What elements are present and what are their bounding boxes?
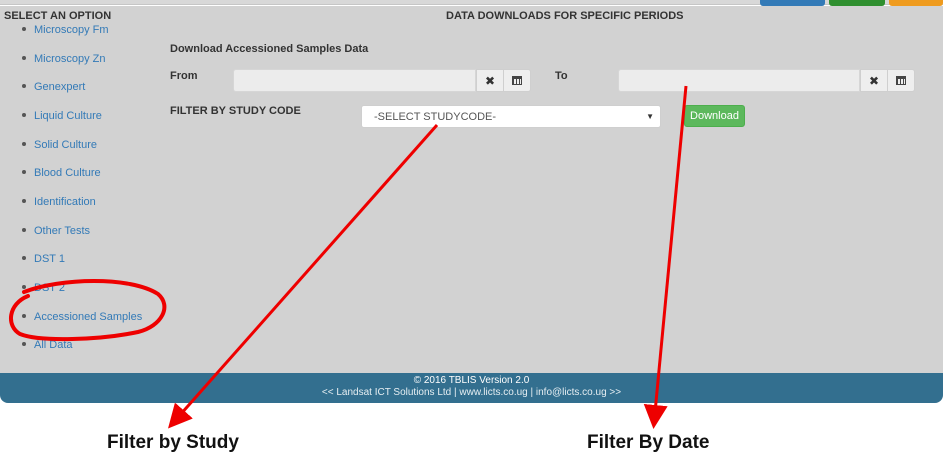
footer: © 2016 TBLIS Version 2.0 << Landsat ICT … bbox=[0, 373, 943, 403]
caret-down-icon: ▼ bbox=[646, 112, 654, 121]
bullet-icon bbox=[22, 56, 26, 61]
sidebar-item-dst-2[interactable]: DST 2 bbox=[22, 282, 65, 298]
sidebar-item-identification[interactable]: Identification bbox=[22, 196, 96, 212]
sidebar-item-liquid-culture[interactable]: Liquid Culture bbox=[22, 110, 102, 126]
study-code-label: FILTER BY STUDY CODE bbox=[170, 105, 301, 117]
sidebar-item-label: Liquid Culture bbox=[34, 110, 102, 122]
sidebar-item-microscopy-zn[interactable]: Microscopy Zn bbox=[22, 53, 106, 69]
to-label: To bbox=[555, 70, 568, 82]
main-panel: SELECT AN OPTION Microscopy Fm Microscop… bbox=[0, 6, 943, 373]
sidebar-item-label: Genexpert bbox=[34, 81, 86, 93]
from-calendar-icon[interactable] bbox=[503, 69, 531, 92]
sidebar-item-label: Blood Culture bbox=[34, 167, 101, 179]
to-calendar-icon[interactable] bbox=[887, 69, 915, 92]
sidebar-item-label: Identification bbox=[34, 196, 96, 208]
to-date-input[interactable] bbox=[618, 69, 860, 92]
sidebar-item-label: Microscopy Fm bbox=[34, 24, 109, 36]
bullet-icon bbox=[22, 170, 26, 175]
sidebar-item-label: Solid Culture bbox=[34, 139, 97, 151]
sidebar-item-dst-1[interactable]: DST 1 bbox=[22, 253, 65, 269]
to-clear-icon[interactable]: ✖ bbox=[860, 69, 888, 92]
sidebar-item-accessioned-samples[interactable]: Accessioned Samples bbox=[22, 311, 142, 327]
bullet-icon bbox=[22, 342, 26, 347]
bullet-icon bbox=[22, 84, 26, 89]
caption-filter-by-date: Filter By Date bbox=[587, 432, 710, 453]
screenshot-stage: SELECT AN OPTION Microscopy Fm Microscop… bbox=[0, 0, 943, 458]
caption-filter-by-study: Filter by Study bbox=[107, 432, 239, 453]
bullet-icon bbox=[22, 256, 26, 261]
bullet-icon bbox=[22, 314, 26, 319]
sidebar-item-label: DST 2 bbox=[34, 282, 65, 294]
bullet-icon bbox=[22, 27, 26, 32]
sidebar-item-other-tests[interactable]: Other Tests bbox=[22, 225, 90, 241]
sidebar-item-label: All Data bbox=[34, 339, 73, 351]
section-heading: Download Accessioned Samples Data bbox=[170, 43, 369, 55]
bullet-icon bbox=[22, 199, 26, 204]
sidebar-item-microscopy-fm[interactable]: Microscopy Fm bbox=[22, 24, 109, 40]
footer-copyright: © 2016 TBLIS Version 2.0 bbox=[413, 375, 530, 386]
from-label: From bbox=[170, 70, 198, 82]
bullet-icon bbox=[22, 228, 26, 233]
bullet-icon bbox=[22, 113, 26, 118]
sidebar-item-label: Microscopy Zn bbox=[34, 53, 106, 65]
sidebar-item-genexpert[interactable]: Genexpert bbox=[22, 81, 85, 97]
study-code-select[interactable]: -SELECT STUDYCODE- ▼ bbox=[361, 105, 661, 128]
download-button[interactable]: Download bbox=[684, 105, 745, 127]
sidebar-item-blood-culture[interactable]: Blood Culture bbox=[22, 167, 101, 183]
sidebar-item-all-data[interactable]: All Data bbox=[22, 339, 73, 355]
page-title: DATA DOWNLOADS FOR SPECIFIC PERIODS bbox=[446, 10, 684, 22]
sidebar-item-label: Other Tests bbox=[34, 225, 91, 237]
sidebar-item-label: DST 1 bbox=[34, 253, 65, 265]
bullet-icon bbox=[22, 142, 26, 147]
sidebar-item-solid-culture[interactable]: Solid Culture bbox=[22, 139, 97, 155]
sidebar-heading: SELECT AN OPTION bbox=[4, 10, 112, 22]
from-date-input[interactable] bbox=[233, 69, 476, 92]
calendar-icon bbox=[512, 76, 522, 85]
calendar-icon bbox=[896, 76, 906, 85]
bullet-icon bbox=[22, 285, 26, 290]
from-clear-icon[interactable]: ✖ bbox=[476, 69, 504, 92]
footer-links: << Landsat ICT Solutions Ltd | www.licts… bbox=[321, 387, 622, 398]
study-code-selected: -SELECT STUDYCODE- bbox=[374, 111, 497, 123]
sidebar-item-label: Accessioned Samples bbox=[34, 311, 143, 323]
